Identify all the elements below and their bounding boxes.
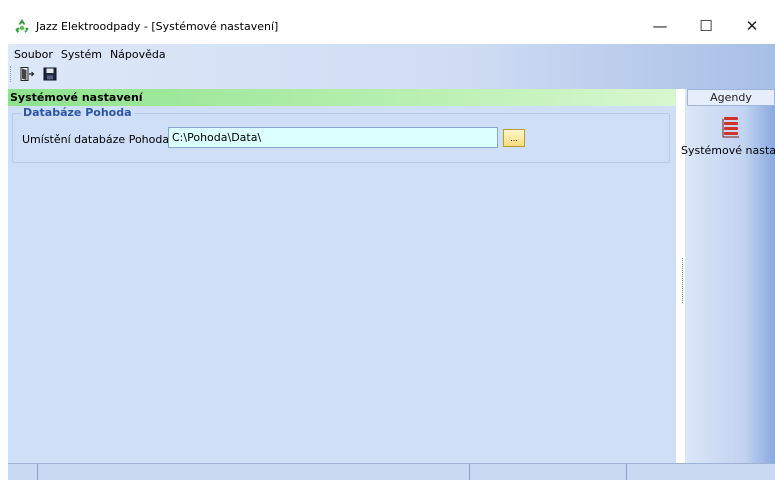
agenda-item-system-settings[interactable]: Systémové nastavení	[681, 116, 775, 166]
menu-bar: Soubor Systém Nápověda	[10, 47, 170, 62]
menu-toolbar-band: Soubor Systém Nápověda	[8, 44, 775, 89]
status-segment-4	[627, 464, 775, 480]
app-window: Jazz Elektroodpady - [Systémové nastaven…	[8, 8, 775, 480]
panel-title: Systémové nastavení	[8, 89, 676, 106]
status-segment-2	[38, 464, 470, 480]
exit-button[interactable]	[16, 64, 37, 85]
save-button[interactable]	[39, 64, 60, 85]
minimize-button[interactable]: —	[637, 8, 683, 44]
pohoda-database-group: Databáze Pohoda Umístění databáze Pohoda…	[12, 106, 670, 163]
close-button[interactable]: ✕	[729, 8, 775, 44]
toolbar	[10, 64, 62, 84]
window-title: Jazz Elektroodpady - [Systémové nastaven…	[36, 19, 279, 33]
menu-system[interactable]: Systém	[57, 47, 106, 62]
browse-button[interactable]: ...	[503, 129, 525, 147]
status-segment-1	[8, 464, 38, 480]
settings-panel: Systémové nastavení Databáze Pohoda Umís…	[8, 89, 676, 463]
window-controls: — ☐ ✕	[637, 8, 775, 44]
maximize-button[interactable]: ☐	[683, 8, 729, 44]
menu-soubor[interactable]: Soubor	[10, 47, 57, 62]
group-title: Databáze Pohoda	[21, 106, 134, 120]
database-location-label: Umístění databáze Pohoda	[22, 133, 170, 146]
status-bar	[8, 463, 775, 480]
database-path-input[interactable]	[168, 127, 498, 148]
title-bar[interactable]: Jazz Elektroodpady - [Systémové nastaven…	[8, 8, 775, 44]
menu-napoveda[interactable]: Nápověda	[106, 47, 170, 62]
settings-list-icon	[722, 117, 739, 138]
status-segment-3	[470, 464, 627, 480]
recycle-app-icon	[15, 19, 29, 33]
agenda-item-label: Systémové nastavení	[681, 144, 775, 157]
agenda-header[interactable]: Agendy	[687, 89, 775, 106]
save-disk-icon	[43, 67, 56, 81]
exit-door-icon	[20, 67, 34, 81]
toolbar-grip[interactable]	[10, 66, 13, 82]
agenda-pane: Agendy Systémové nastavení	[681, 89, 775, 463]
